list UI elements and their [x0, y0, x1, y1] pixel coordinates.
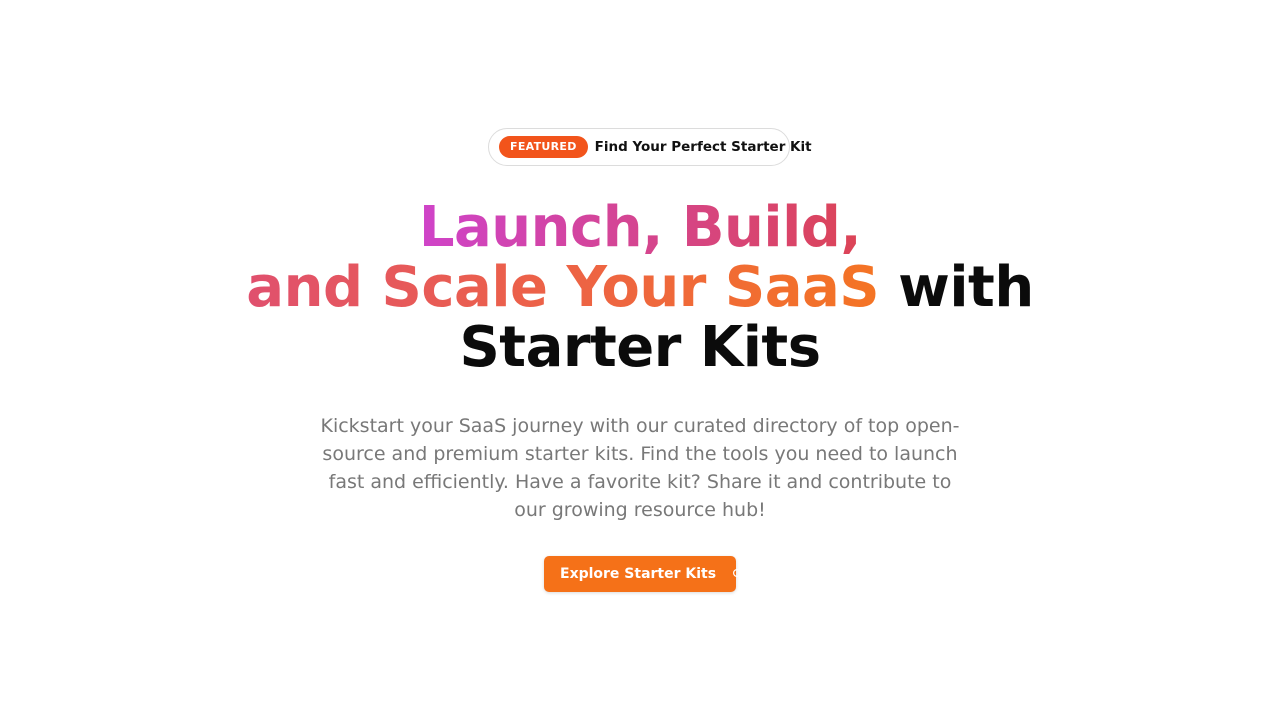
featured-badge[interactable]: FEATURED Find Your Perfect Starter Kit: [488, 128, 812, 166]
headline-plain-part-3: with: [898, 255, 1034, 320]
headline-line-2: and Scale Your SaaS with: [0, 258, 1280, 318]
explore-button-label: Explore Starter Kits: [560, 566, 717, 582]
headline-line-3: Starter Kits: [459, 315, 821, 380]
featured-badge-text: Find Your Perfect Starter Kit: [594, 139, 812, 155]
explore-starter-kits-button[interactable]: Explore Starter Kits: [544, 556, 743, 592]
headline-gradient-part-2: and Scale Your SaaS: [246, 255, 880, 320]
headline-line-1: Launch, Build,: [0, 198, 1280, 258]
headline-gradient-part-1: Launch, Build,: [418, 195, 862, 260]
search-icon: [732, 568, 744, 580]
hero-headline: Launch, Build, and Scale Your SaaS with …: [0, 198, 1280, 378]
hero-subtitle: Kickstart your SaaS journey with our cur…: [320, 415, 960, 521]
featured-tag: FEATURED: [499, 136, 588, 158]
hero-section: FEATURED Find Your Perfect Starter Kit L…: [0, 0, 1280, 720]
